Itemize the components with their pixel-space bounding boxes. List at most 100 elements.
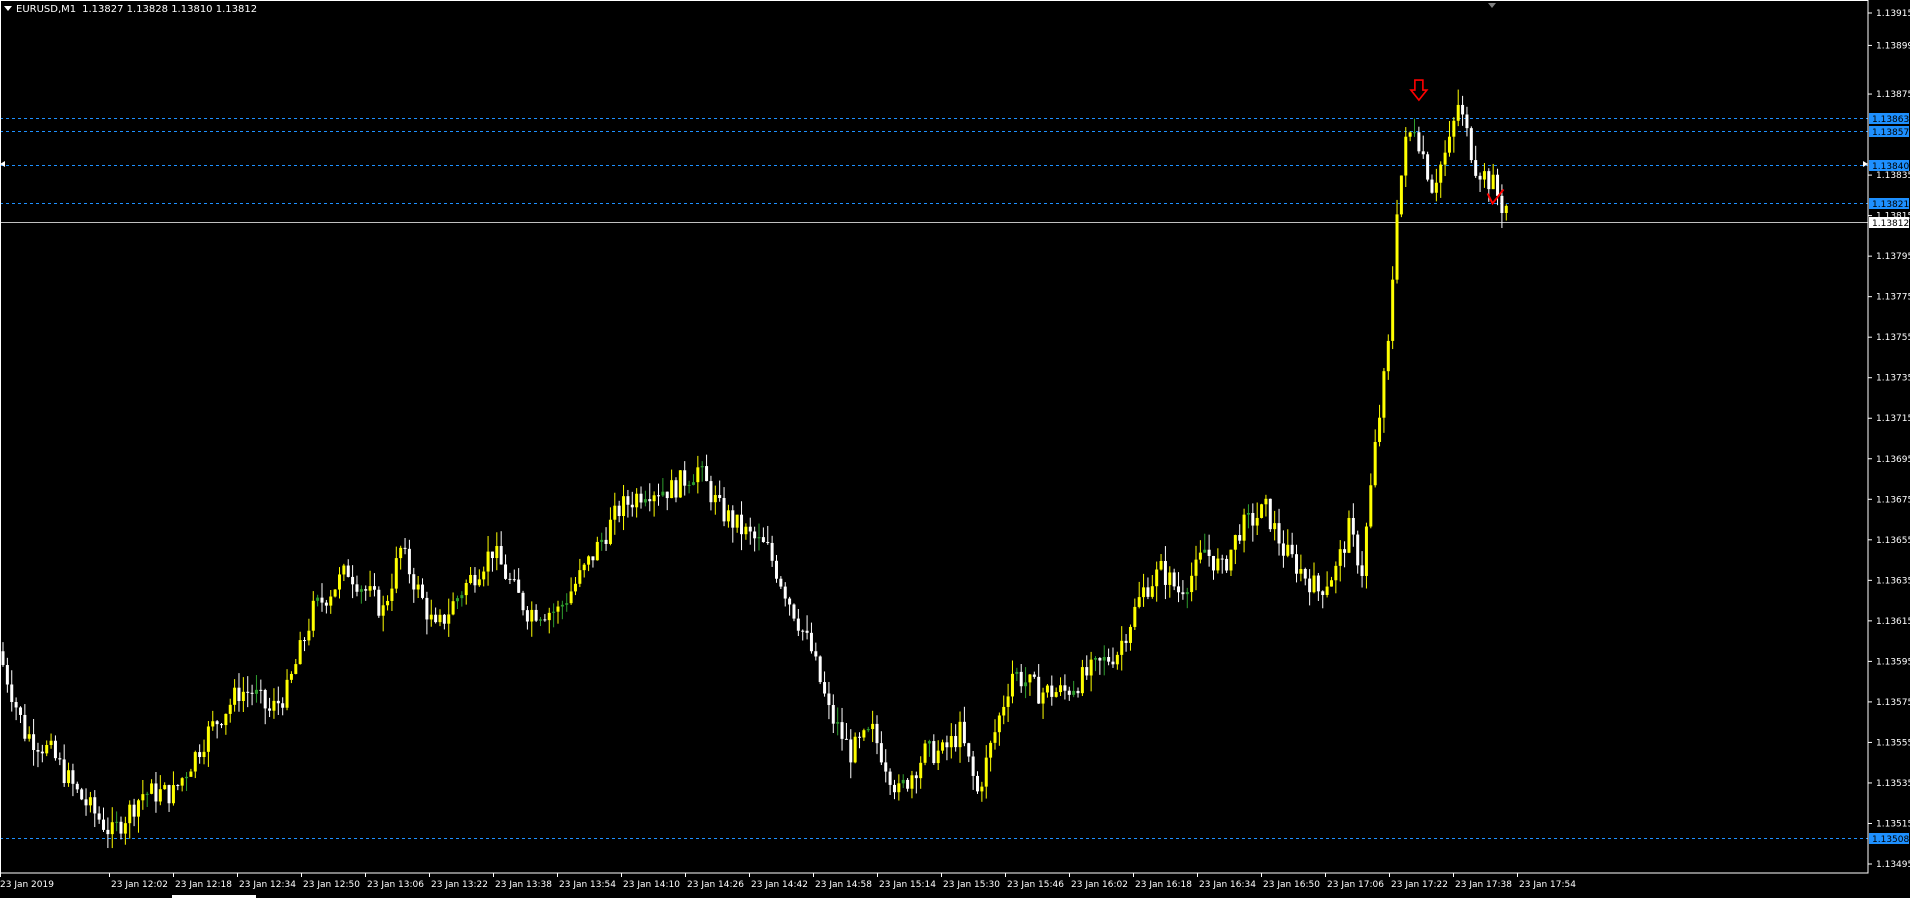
candle: [783, 582, 787, 607]
candle: [132, 798, 136, 827]
candle: [473, 567, 477, 593]
candle: [451, 592, 455, 616]
candle: [45, 740, 49, 757]
candle: [630, 491, 634, 517]
chart-window[interactable]: 1.13915 1.13899 1.13875 1.13835 1.13815 1.137…: [0, 0, 1910, 898]
candle: [652, 491, 656, 517]
candle: [945, 735, 949, 761]
level-price-label: 1.13863: [1872, 115, 1909, 125]
candle: [106, 817, 110, 849]
x-tick-label: 23 Jan 14:26: [687, 880, 744, 890]
candle: [1404, 127, 1408, 188]
chart-shift-icon[interactable]: [1488, 3, 1496, 8]
candle: [962, 706, 966, 747]
candle: [18, 706, 22, 724]
candle: [1246, 504, 1250, 529]
x-tick-label: 23 Jan 14:10: [623, 880, 680, 890]
candle: [469, 567, 473, 585]
candle: [1491, 163, 1495, 190]
x-tick-label: 23 Jan 12:34: [239, 880, 296, 890]
candle: [906, 778, 910, 792]
candle: [390, 573, 394, 612]
candle: [831, 694, 835, 734]
candle: [36, 742, 40, 768]
candle: [700, 461, 704, 482]
candle: [337, 567, 341, 599]
y-tick-label: 1.13875: [1876, 90, 1910, 100]
candle: [941, 739, 945, 754]
candle: [1054, 687, 1058, 698]
candle: [875, 715, 879, 755]
candle: [359, 585, 363, 604]
candle: [954, 724, 958, 752]
candle: [661, 478, 665, 497]
candle: [447, 598, 451, 637]
candle: [901, 774, 905, 789]
candle: [102, 807, 106, 833]
candle: [1281, 530, 1285, 568]
candle: [827, 681, 831, 720]
y-tick-label: 1.13655: [1876, 536, 1910, 546]
candle: [434, 607, 438, 624]
candle: [1338, 540, 1342, 582]
candle: [989, 740, 993, 772]
candle: [919, 756, 923, 789]
candle: [836, 707, 840, 736]
x-tick-label: 23 Jan 15:30: [943, 880, 1000, 890]
candle: [879, 731, 883, 765]
candle: [871, 710, 875, 743]
candle: [27, 726, 31, 742]
candle: [997, 712, 1001, 746]
right-level-marker-icon: [1863, 161, 1868, 167]
candle: [368, 570, 372, 597]
candle: [123, 816, 127, 845]
candle: [884, 749, 888, 783]
candle: [399, 545, 403, 570]
candle: [512, 569, 516, 582]
candle: [23, 704, 27, 742]
y-tick-label: 1.13695: [1876, 455, 1910, 465]
candle: [416, 576, 420, 599]
candle: [582, 562, 586, 578]
candle: [757, 523, 761, 551]
x-tick-label: 23 Jan 2019: [0, 880, 54, 890]
candle: [958, 711, 962, 763]
chart-menu-arrow-icon[interactable]: [4, 6, 12, 11]
candle: [1203, 533, 1207, 553]
candle: [1107, 648, 1111, 666]
candle: [1028, 673, 1032, 696]
y-tick-label: 1.13615: [1876, 617, 1910, 627]
candle: [1329, 576, 1333, 587]
candle: [1128, 624, 1132, 651]
candle: [1312, 562, 1316, 594]
candle: [1094, 656, 1097, 672]
sell-arrow-icon[interactable]: [1409, 79, 1429, 102]
candle: [1155, 561, 1159, 602]
candle: [569, 577, 573, 605]
candle: [386, 595, 390, 611]
candle: [626, 489, 630, 518]
candle: [1142, 573, 1146, 607]
candle: [1316, 573, 1320, 602]
candle: [1124, 634, 1128, 652]
candle: [1089, 651, 1093, 692]
y-tick-label: 1.13755: [1876, 333, 1910, 343]
candle: [927, 739, 931, 757]
candlesticks: [1, 89, 1508, 849]
symbol-label: EURUSD,M1: [16, 4, 77, 15]
price-chart[interactable]: 1.139151.138991.138751.138351.138151.137…: [0, 0, 1910, 898]
candle: [233, 679, 237, 712]
candle: [770, 535, 774, 567]
candle: [1255, 502, 1259, 535]
candle: [97, 806, 101, 824]
candle: [1045, 683, 1049, 698]
candle: [1391, 266, 1395, 350]
candle: [1085, 655, 1089, 680]
candle: [1063, 674, 1067, 700]
y-tick-label: 1.13915: [1876, 9, 1910, 19]
candle: [1172, 568, 1176, 591]
candle: [329, 590, 333, 614]
candle: [5, 657, 9, 693]
candle: [119, 816, 123, 840]
x-tick-label: 23 Jan 16:50: [1263, 880, 1320, 890]
